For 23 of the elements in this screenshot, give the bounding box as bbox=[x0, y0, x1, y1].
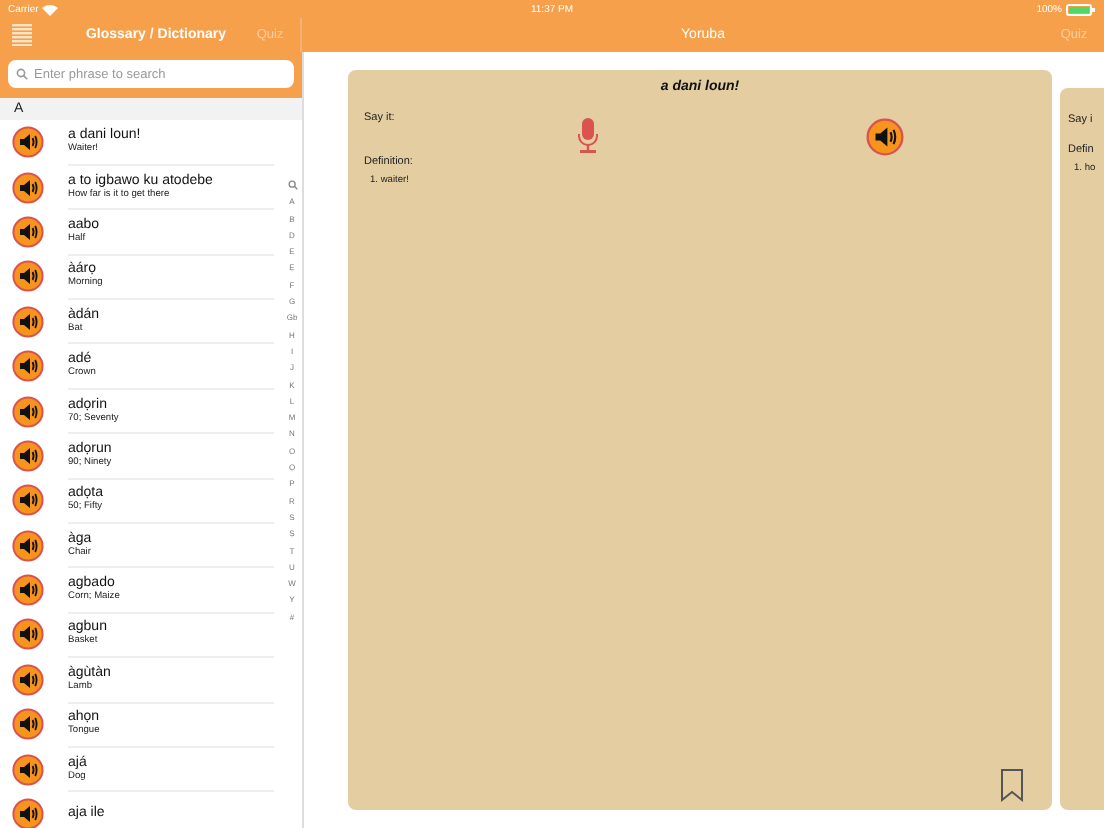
speaker-icon[interactable] bbox=[12, 529, 44, 562]
bookmark-icon[interactable] bbox=[1000, 768, 1024, 802]
speaker-icon[interactable] bbox=[12, 663, 44, 696]
speaker-icon[interactable] bbox=[12, 305, 44, 338]
speaker-icon[interactable] bbox=[12, 350, 44, 383]
search-icon bbox=[16, 68, 28, 80]
speaker-icon[interactable] bbox=[12, 574, 44, 607]
speaker-icon[interactable] bbox=[12, 126, 44, 159]
wifi-icon bbox=[42, 3, 59, 15]
speaker-icon[interactable] bbox=[12, 618, 44, 651]
speaker-icon[interactable] bbox=[12, 753, 44, 786]
microphone-icon[interactable] bbox=[576, 118, 601, 154]
search-icon[interactable] bbox=[287, 180, 297, 190]
speaker-icon[interactable] bbox=[12, 439, 44, 472]
speaker-icon[interactable] bbox=[12, 798, 44, 828]
speaker-icon[interactable] bbox=[12, 484, 44, 517]
speaker-icon[interactable] bbox=[12, 708, 44, 741]
speaker-icon[interactable] bbox=[12, 395, 44, 428]
speaker-icon[interactable] bbox=[12, 171, 44, 204]
speaker-icon[interactable] bbox=[865, 117, 904, 155]
speaker-icon[interactable] bbox=[12, 260, 44, 293]
speaker-icon[interactable] bbox=[12, 215, 44, 248]
battery-icon bbox=[1066, 3, 1096, 15]
